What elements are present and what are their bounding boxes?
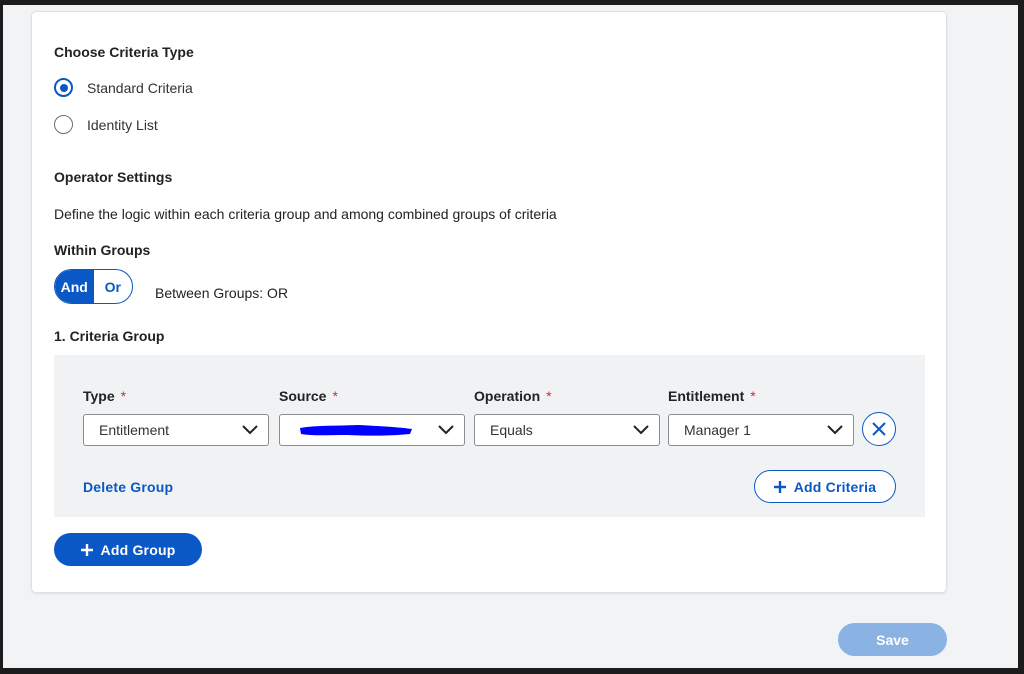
operator-settings-description: Define the logic within each criteria gr… bbox=[54, 206, 557, 222]
chevron-down-icon bbox=[633, 425, 649, 435]
save-button[interactable]: Save bbox=[838, 623, 947, 656]
operation-select[interactable]: Equals bbox=[474, 414, 660, 446]
type-select-value: Entitlement bbox=[99, 422, 170, 438]
scrollbar-track[interactable] bbox=[1009, 5, 1018, 668]
chevron-down-icon bbox=[242, 425, 258, 435]
and-or-toggle[interactable]: And Or bbox=[54, 269, 133, 304]
required-marker: * bbox=[332, 388, 338, 404]
add-group-label: Add Group bbox=[100, 541, 176, 558]
add-criteria-label: Add Criteria bbox=[793, 478, 877, 495]
type-field-label: Type * bbox=[83, 388, 126, 404]
source-field-label: Source * bbox=[279, 388, 338, 404]
toggle-or[interactable]: Or bbox=[94, 270, 133, 303]
toggle-and[interactable]: And bbox=[55, 270, 94, 303]
type-select[interactable]: Entitlement bbox=[83, 414, 269, 446]
required-marker: * bbox=[750, 388, 756, 404]
required-marker: * bbox=[120, 388, 127, 404]
source-select[interactable] bbox=[279, 414, 465, 446]
remove-criteria-button[interactable] bbox=[862, 412, 896, 446]
criteria-group-title: 1. Criteria Group bbox=[54, 328, 165, 344]
operation-select-value: Equals bbox=[490, 422, 533, 438]
type-label-text: Type bbox=[83, 388, 115, 404]
operation-field-label: Operation * bbox=[474, 388, 552, 404]
plus-icon bbox=[773, 480, 786, 493]
chevron-down-icon bbox=[827, 425, 843, 435]
source-label-text: Source bbox=[279, 388, 327, 404]
delete-group-button[interactable]: Delete Group bbox=[83, 479, 173, 495]
app-viewport: Choose Criteria Type Standard Criteria I… bbox=[3, 5, 1018, 668]
operation-label-text: Operation bbox=[474, 388, 541, 404]
chevron-down-icon bbox=[438, 425, 454, 435]
radio-identity-list[interactable]: Identity List bbox=[54, 115, 158, 134]
radio-label: Standard Criteria bbox=[87, 79, 193, 96]
entitlement-select-value: Manager 1 bbox=[684, 422, 751, 438]
between-groups-text: Between Groups: OR bbox=[155, 285, 289, 301]
criteria-type-heading: Choose Criteria Type bbox=[54, 44, 194, 60]
entitlement-label-text: Entitlement bbox=[668, 388, 745, 404]
within-groups-label: Within Groups bbox=[54, 242, 151, 258]
radio-standard-criteria[interactable]: Standard Criteria bbox=[54, 78, 193, 97]
redaction-scribble bbox=[300, 425, 412, 436]
operator-settings-heading: Operator Settings bbox=[54, 169, 173, 185]
close-icon bbox=[872, 422, 886, 436]
add-criteria-button[interactable]: Add Criteria bbox=[754, 470, 896, 503]
radio-button-unchecked[interactable] bbox=[54, 115, 73, 134]
add-group-button[interactable]: Add Group bbox=[54, 533, 202, 566]
radio-label: Identity List bbox=[87, 116, 158, 133]
entitlement-select[interactable]: Manager 1 bbox=[668, 414, 854, 446]
criteria-card: Choose Criteria Type Standard Criteria I… bbox=[31, 11, 947, 593]
plus-icon bbox=[80, 543, 93, 556]
radio-button-checked[interactable] bbox=[54, 78, 73, 97]
required-marker: * bbox=[546, 388, 552, 404]
criteria-group-panel: Type * Source * Operation * Entitlement * En… bbox=[54, 355, 925, 517]
entitlement-field-label: Entitlement * bbox=[668, 388, 756, 404]
